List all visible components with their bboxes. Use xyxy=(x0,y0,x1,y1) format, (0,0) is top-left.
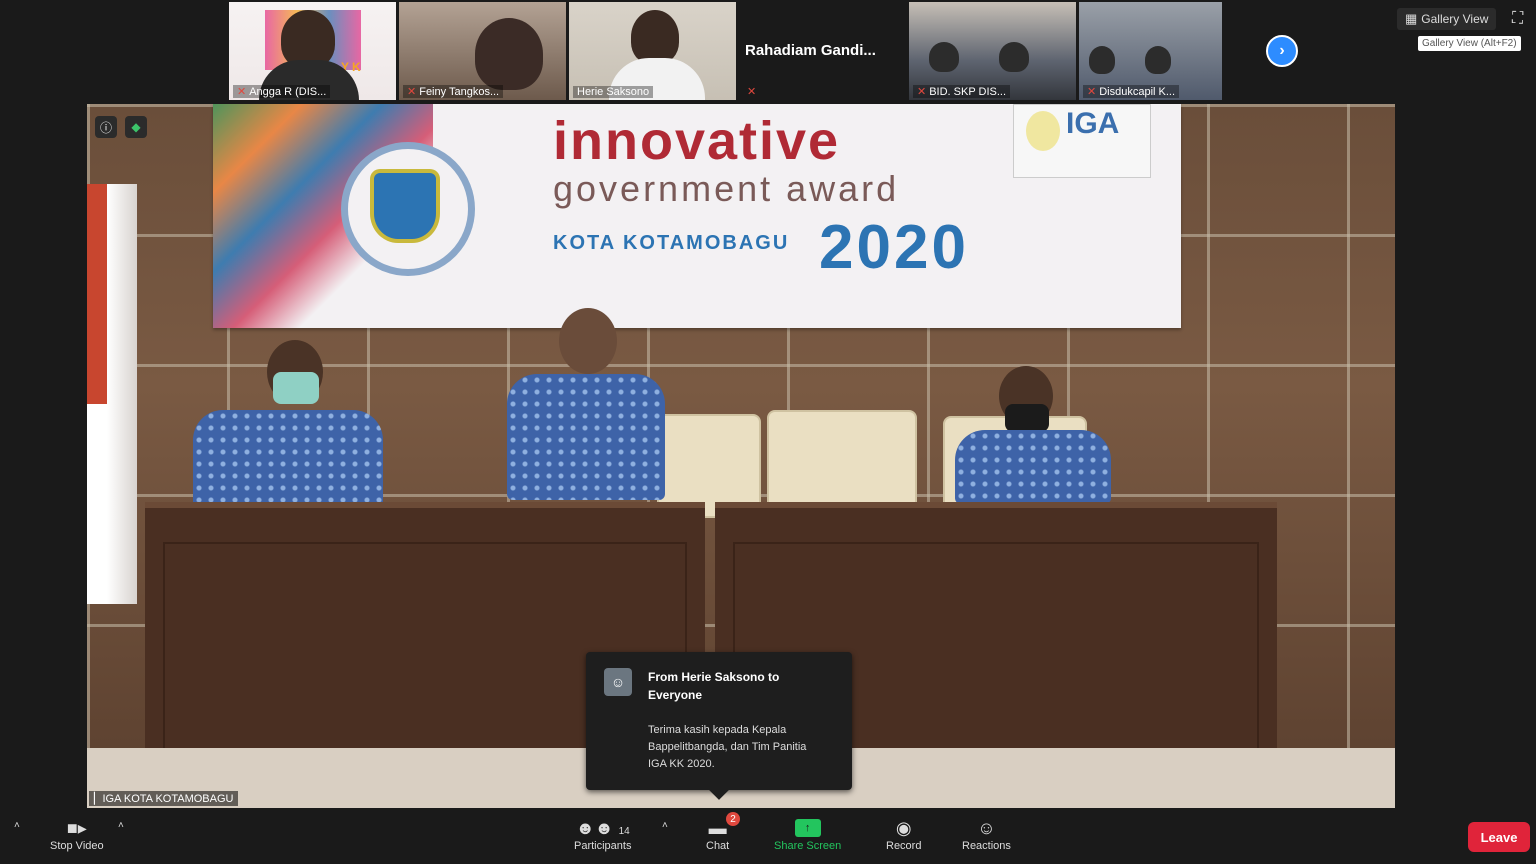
participant-name: Herie Saksono xyxy=(573,86,654,98)
banner-year: 2020 xyxy=(819,213,969,282)
iga-badge-text: IGA xyxy=(1066,107,1120,140)
shield-icon[interactable]: ◆ xyxy=(125,116,147,138)
share-screen-label: Share Screen xyxy=(774,840,842,852)
iga-badge: IGA xyxy=(1013,104,1151,178)
chevron-right-icon: › xyxy=(1279,42,1285,59)
participant-name: ✕ Angga R (DIS... xyxy=(233,85,331,98)
participants-label: Participants xyxy=(574,840,632,852)
participant-status: ✕ xyxy=(743,85,763,98)
participant-name: ✕ Disdukcapil K... xyxy=(1083,85,1180,98)
face-mask xyxy=(1005,404,1049,432)
video-options-caret[interactable]: ˄ xyxy=(118,820,124,831)
participants-button[interactable]: ☻☻ 14 Participants xyxy=(574,816,631,852)
chat-sender: From Herie Saksono to Everyone xyxy=(648,670,780,702)
participant-name-display: Rahadiam Gandi... xyxy=(745,42,876,59)
info-icon[interactable]: ⓘ xyxy=(95,116,117,138)
mic-muted-icon: ✕ xyxy=(407,86,417,98)
event-banner: innovative government award KOTA KOTAMOB… xyxy=(213,104,1181,328)
shield-emblem xyxy=(370,169,440,243)
participant-head xyxy=(1089,46,1115,74)
participant-head xyxy=(929,42,959,72)
person-head xyxy=(559,308,617,374)
record-button[interactable]: ◉ Record xyxy=(886,816,921,852)
chat-label: Chat xyxy=(706,840,730,852)
participant-tile[interactable]: ✕ BID. SKP DIS... xyxy=(909,2,1076,100)
participant-head xyxy=(999,42,1029,72)
gallery-tiles: YK ✕ Angga R (DIS... ✕ Feiny Tangkos... He… xyxy=(229,2,1222,100)
participant-head xyxy=(631,10,679,64)
participant-tile[interactable]: ✕ Disdukcapil K... xyxy=(1079,2,1222,100)
record-icon: ◉ xyxy=(895,818,912,838)
participant-label: ▏IGA KOTA KOTAMOBAGU xyxy=(89,791,239,806)
banner-city: KOTA KOTAMOBAGU xyxy=(553,232,790,254)
gallery-view-button[interactable]: ▦ Gallery View xyxy=(1397,8,1497,30)
face-mask xyxy=(273,372,319,404)
person-body xyxy=(507,374,665,500)
mic-muted-icon: ✕ xyxy=(917,86,927,98)
mic-muted-icon: ✕ xyxy=(237,86,247,98)
reactions-icon: ☺ xyxy=(977,818,996,838)
mic-muted-icon: ✕ xyxy=(747,86,757,98)
meeting-toolbar: ˄ ■▸ Stop Video ˄ ☻☻ 14 Participants ˄ ▬… xyxy=(0,808,1536,864)
participant-tile[interactable]: Rahadiam Gandi... ✕ xyxy=(739,2,906,100)
mic-muted-icon: ✕ xyxy=(1087,86,1097,98)
participant-head xyxy=(475,18,543,90)
participant-tile[interactable]: Herie Saksono xyxy=(569,2,736,100)
record-label: Record xyxy=(886,840,922,852)
chat-icon: ▬ xyxy=(708,818,727,838)
avatar: ☺ xyxy=(604,668,632,696)
participant-tile[interactable]: YK ✕ Angga R (DIS... xyxy=(229,2,396,100)
chair xyxy=(767,410,917,514)
grid-icon: ▦ xyxy=(1405,11,1418,26)
person-body xyxy=(193,410,383,510)
participant-count: 14 xyxy=(618,826,630,837)
gallery-view-label: Gallery View xyxy=(1421,12,1489,26)
banner-subtitle: government award xyxy=(553,168,900,209)
participants-options-caret[interactable]: ˄ xyxy=(662,820,668,831)
participants-icon: ☻☻ 14 xyxy=(575,818,630,838)
participant-name: ✕ BID. SKP DIS... xyxy=(913,85,1011,98)
share-screen-button[interactable]: ↑ Share Screen xyxy=(774,816,841,852)
stop-video-label: Stop Video xyxy=(50,840,104,852)
lightbulb-icon xyxy=(1026,111,1060,151)
reactions-label: Reactions xyxy=(962,840,1011,852)
chat-message: Terima kasih kepada Kepala Bappelitbangd… xyxy=(648,724,807,770)
next-page-button[interactable]: › xyxy=(1266,35,1298,67)
participant-tile[interactable]: ✕ Feiny Tangkos... xyxy=(399,2,566,100)
banner-title: innovative xyxy=(553,111,841,171)
person-body xyxy=(955,430,1111,504)
fullscreen-icon[interactable]: ⛶ xyxy=(1512,10,1523,28)
chat-unread-badge: 2 xyxy=(726,812,740,826)
share-screen-icon: ↑ xyxy=(794,819,821,837)
participant-name: ✕ Feiny Tangkos... xyxy=(403,85,504,98)
flag-red-stripe xyxy=(87,184,107,404)
gallery-view-tooltip: Gallery View (Alt+F2) xyxy=(1418,36,1521,51)
reactions-button[interactable]: ☺ Reactions xyxy=(962,816,1011,852)
leave-button[interactable]: Leave xyxy=(1468,822,1530,852)
city-emblem xyxy=(341,142,475,276)
chat-notification[interactable]: ☺ From Herie Saksono to Everyone Terima … xyxy=(586,652,852,800)
gallery-strip: YK ✕ Angga R (DIS... ✕ Feiny Tangkos... He… xyxy=(0,0,1536,104)
video-camera-icon: ■▸ xyxy=(66,818,87,838)
audio-options-caret[interactable]: ˄ xyxy=(14,820,20,831)
meeting-info-icons: ⓘ ◆ xyxy=(95,116,147,138)
stop-video-button[interactable]: ■▸ Stop Video xyxy=(50,816,104,852)
participant-head xyxy=(1145,46,1171,74)
